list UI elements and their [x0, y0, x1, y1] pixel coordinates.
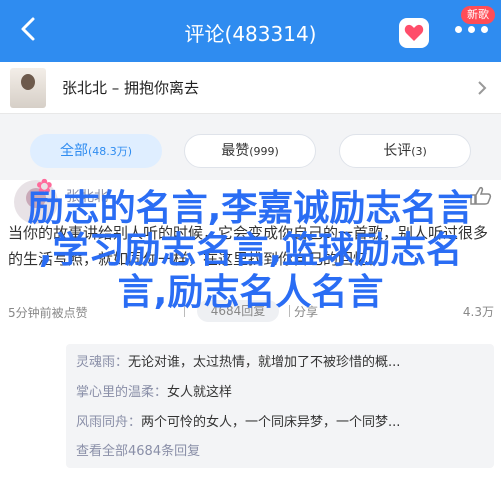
reply-username: 风雨同舟： — [76, 415, 142, 430]
tab-all-label: 全部 — [59, 143, 88, 159]
tab-top-count: (999) — [249, 145, 279, 158]
headline-overlay: 励志的名言,李嘉诚励志名言 ,学习励志名言,篮球励志名 言,励志名人名言 — [0, 188, 501, 314]
reply-text: 女人就这样 — [167, 385, 233, 400]
top-bar: 评论(483314) 新歌 — [0, 0, 501, 62]
tab-long-label: 长评 — [383, 143, 412, 159]
heart-icon — [404, 24, 424, 41]
comment-tabs: 全部(48.3万) 最赞(999) 长评(3) — [0, 114, 501, 180]
tab-all-count: (48.3万) — [87, 145, 133, 158]
favorite-button[interactable] — [399, 18, 429, 48]
headline-line: ,学习励志名言,篮球励志名 — [38, 230, 463, 271]
reply-text: 两个可怜的女人，一个同床异梦，一个同梦... — [141, 415, 401, 430]
headline-line: 励志的名言,李嘉诚励志名言 — [27, 188, 474, 229]
new-badge: 新歌 — [461, 6, 495, 24]
reply-item[interactable]: 掌心里的温柔：女人就这样 — [76, 380, 484, 406]
reply-username: 灵魂雨： — [76, 355, 129, 370]
song-title: 张北北 – 拥抱你离去 — [62, 79, 200, 97]
tab-long-count: (3) — [411, 145, 427, 158]
album-cover — [10, 68, 46, 108]
chevron-right-icon — [478, 81, 487, 95]
headline-line: 言,励志名人名言 — [117, 272, 384, 313]
reply-item[interactable]: 风雨同舟：两个可怜的女人，一个同床异梦，一个同梦... — [76, 410, 484, 436]
tab-top[interactable]: 最赞(999) — [184, 134, 316, 168]
reply-item[interactable]: 灵魂雨：无论对谁，太过热情，就增加了不被珍惜的概... — [76, 350, 484, 376]
reply-list: 灵魂雨：无论对谁，太过热情，就增加了不被珍惜的概... 掌心里的温柔：女人就这样… — [66, 344, 494, 468]
song-bar[interactable]: 张北北 – 拥抱你离去 — [0, 62, 501, 114]
tab-all[interactable]: 全部(48.3万) — [30, 134, 162, 168]
reply-username: 掌心里的温柔： — [76, 385, 168, 400]
more-options-icon[interactable] — [452, 26, 492, 38]
tab-top-label: 最赞 — [221, 143, 250, 159]
reply-text: 无论对谁，太过热情，就增加了不被珍惜的概... — [128, 355, 401, 370]
tab-long[interactable]: 长评(3) — [339, 134, 471, 168]
view-all-replies-link[interactable]: 查看全部4684条回复 — [76, 440, 200, 459]
